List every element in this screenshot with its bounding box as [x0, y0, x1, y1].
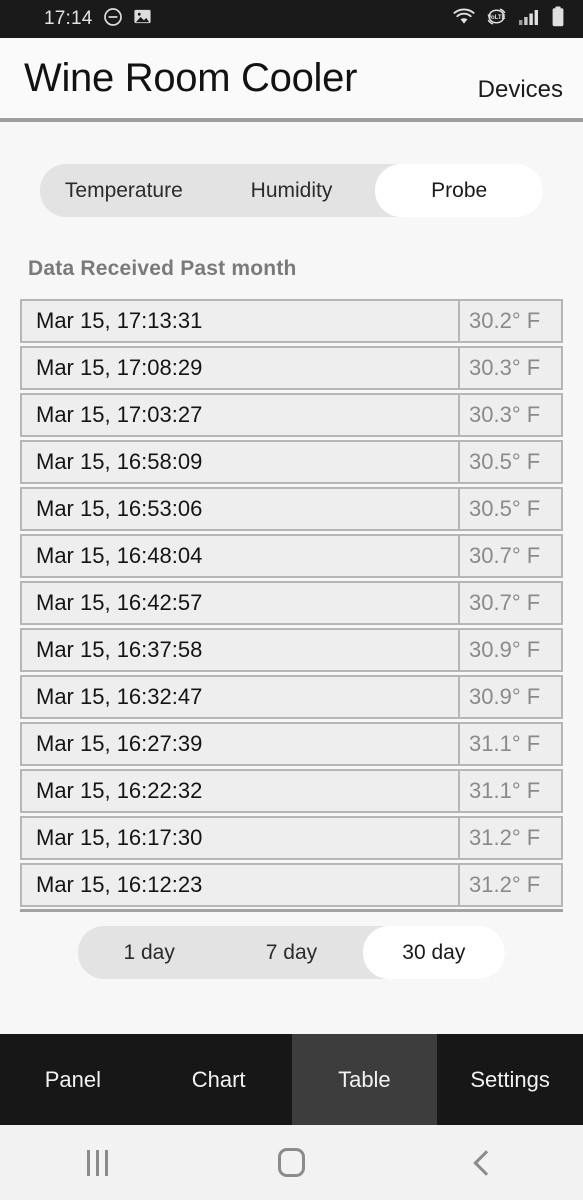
bottom-nav-chart[interactable]: Chart	[146, 1034, 292, 1125]
table-row[interactable]: Mar 15, 16:58:09 30.5° F	[20, 440, 563, 484]
row-value: 31.1° F	[460, 722, 563, 766]
row-timestamp: Mar 15, 16:58:09	[20, 440, 460, 484]
row-value: 31.1° F	[460, 769, 563, 813]
row-timestamp: Mar 15, 16:32:47	[20, 675, 460, 719]
row-timestamp: Mar 15, 17:13:31	[20, 299, 460, 343]
row-timestamp: Mar 15, 16:53:06	[20, 487, 460, 531]
table-row[interactable]: Mar 15, 16:22:32 31.1° F	[20, 769, 563, 813]
tab-temperature[interactable]: Temperature	[40, 164, 208, 217]
home-icon	[277, 1148, 305, 1177]
recents-button[interactable]	[0, 1149, 194, 1176]
row-value: 30.7° F	[460, 534, 563, 578]
table-row[interactable]: Mar 15, 16:27:39 31.1° F	[20, 722, 563, 766]
back-icon	[473, 1149, 499, 1176]
table-row[interactable]: Mar 15, 16:07:15 31.4° F	[20, 910, 563, 912]
bottom-nav-settings[interactable]: Settings	[437, 1034, 583, 1125]
do-not-disturb-icon	[103, 7, 123, 32]
row-timestamp: Mar 15, 16:17:30	[20, 816, 460, 860]
metric-tab-group: Temperature Humidity Probe	[40, 164, 543, 217]
row-timestamp: Mar 15, 16:42:57	[20, 581, 460, 625]
table-row[interactable]: Mar 15, 16:42:57 30.7° F	[20, 581, 563, 625]
data-table[interactable]: Mar 15, 17:13:31 30.2° F Mar 15, 17:08:2…	[20, 299, 563, 912]
bottom-nav-table[interactable]: Table	[291, 1034, 438, 1125]
battery-icon	[551, 6, 565, 32]
row-timestamp: Mar 15, 16:07:15	[20, 910, 460, 912]
svg-text:VoLTE: VoLTE	[487, 15, 505, 21]
row-value: 30.9° F	[460, 628, 563, 672]
row-timestamp: Mar 15, 16:27:39	[20, 722, 460, 766]
page-title: Wine Room Cooler	[24, 56, 358, 100]
table-row[interactable]: Mar 15, 16:53:06 30.5° F	[20, 487, 563, 531]
status-bar-right: VoLTE	[453, 6, 565, 32]
home-button[interactable]	[194, 1148, 388, 1177]
row-value: 30.9° F	[460, 675, 563, 719]
main-content: Temperature Humidity Probe Data Received…	[0, 122, 583, 1034]
table-row[interactable]: Mar 15, 17:03:27 30.3° F	[20, 393, 563, 437]
volte-icon: VoLTE	[486, 7, 507, 31]
row-value: 31.2° F	[460, 863, 563, 907]
row-timestamp: Mar 15, 16:22:32	[20, 769, 460, 813]
system-nav-bar	[0, 1125, 583, 1200]
row-timestamp: Mar 15, 17:08:29	[20, 346, 460, 390]
range-1-day[interactable]: 1 day	[78, 926, 220, 979]
row-value: 31.4° F	[460, 910, 563, 912]
table-row[interactable]: Mar 15, 17:08:29 30.3° F	[20, 346, 563, 390]
recents-icon	[86, 1149, 108, 1176]
bottom-nav-panel[interactable]: Panel	[0, 1034, 146, 1125]
row-timestamp: Mar 15, 17:03:27	[20, 393, 460, 437]
back-button[interactable]	[389, 1149, 583, 1176]
row-value: 30.3° F	[460, 346, 563, 390]
row-timestamp: Mar 15, 16:37:58	[20, 628, 460, 672]
wifi-icon	[453, 8, 475, 30]
range-7-day[interactable]: 7 day	[220, 926, 362, 979]
status-bar-left: 17:14	[44, 7, 152, 32]
row-value: 30.2° F	[460, 299, 563, 343]
row-timestamp: Mar 15, 16:12:23	[20, 863, 460, 907]
tab-humidity[interactable]: Humidity	[208, 164, 376, 217]
row-value: 31.2° F	[460, 816, 563, 860]
row-value: 30.5° F	[460, 440, 563, 484]
table-row[interactable]: Mar 15, 16:32:47 30.9° F	[20, 675, 563, 719]
table-row[interactable]: Mar 15, 16:17:30 31.2° F	[20, 816, 563, 860]
devices-button[interactable]: Devices	[468, 72, 565, 104]
table-row[interactable]: Mar 15, 16:12:23 31.2° F	[20, 863, 563, 907]
range-30-day[interactable]: 30 day	[362, 926, 505, 979]
row-value: 30.3° F	[460, 393, 563, 437]
status-clock: 17:14	[44, 8, 93, 29]
range-tab-group: 1 day 7 day 30 day	[78, 926, 505, 979]
tab-probe[interactable]: Probe	[375, 164, 543, 217]
table-row[interactable]: Mar 15, 17:13:31 30.2° F	[20, 299, 563, 343]
row-value: 30.5° F	[460, 487, 563, 531]
table-row[interactable]: Mar 15, 16:37:58 30.9° F	[20, 628, 563, 672]
signal-icon	[518, 8, 540, 31]
table-row[interactable]: Mar 15, 16:48:04 30.7° F	[20, 534, 563, 578]
section-heading: Data Received Past month	[28, 257, 297, 280]
row-timestamp: Mar 15, 16:48:04	[20, 534, 460, 578]
android-status-bar: 17:14 VoLTE	[0, 0, 583, 38]
phone-screen: 17:14 VoLTE Wine Room Cooler Devices Tem…	[0, 0, 583, 1200]
image-icon	[133, 7, 152, 31]
row-value: 30.7° F	[460, 581, 563, 625]
bottom-nav: Panel Chart Table Settings	[0, 1034, 583, 1125]
app-header: Wine Room Cooler Devices	[0, 38, 583, 118]
